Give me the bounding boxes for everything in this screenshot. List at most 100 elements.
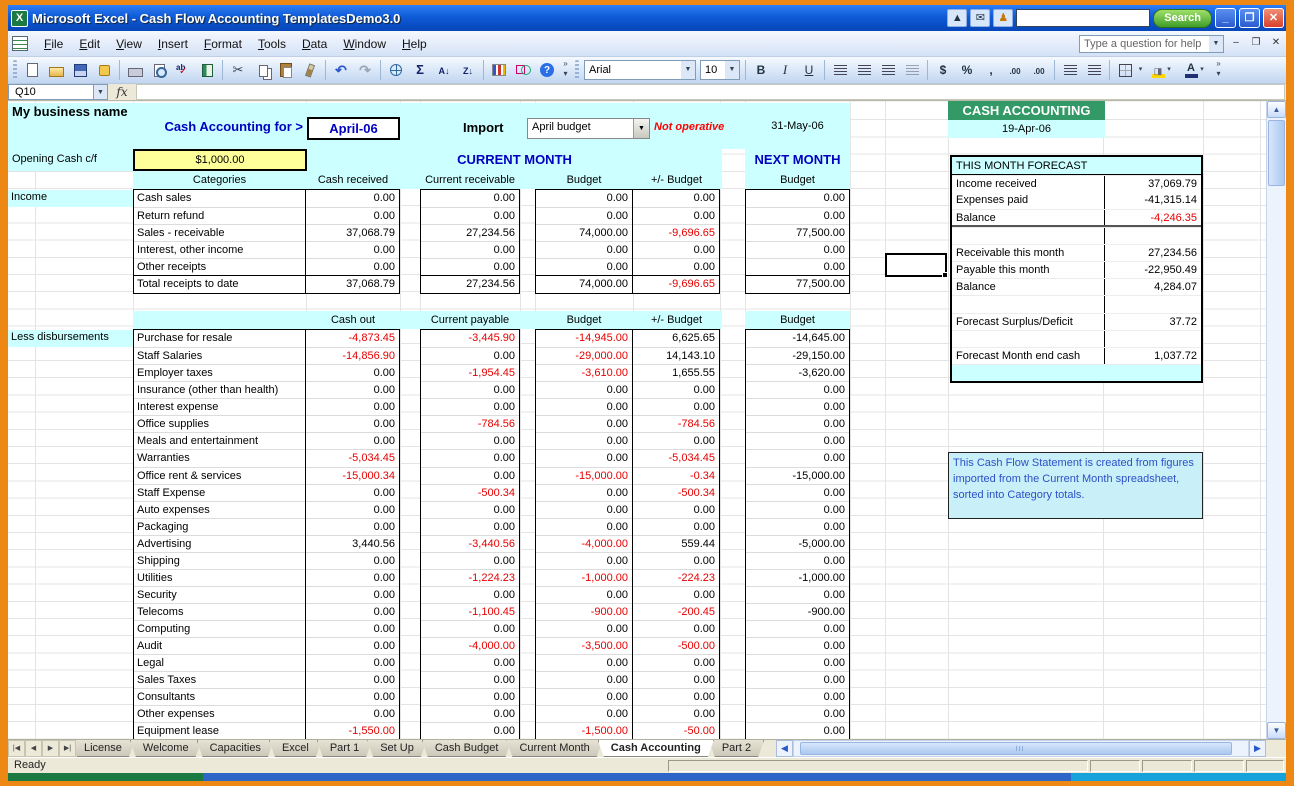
month-cell[interactable]: April-06	[307, 117, 400, 140]
payable-cell[interactable]: 0.00	[421, 518, 519, 535]
forecast-value[interactable]: 27,234.56	[1105, 245, 1201, 261]
drawing-icon[interactable]	[512, 59, 534, 81]
cash-cell[interactable]: 0.00	[306, 671, 399, 688]
menu-insert[interactable]: Insert	[150, 34, 196, 54]
next-cell[interactable]: 0.00	[746, 671, 849, 688]
align-right-icon[interactable]	[877, 59, 899, 81]
payable-cell[interactable]: 0.00	[421, 467, 519, 484]
next-cell[interactable]: -1,000.00	[746, 569, 849, 586]
borders-icon[interactable]: ▾	[1114, 59, 1145, 81]
scroll-down-icon[interactable]: ▼	[1267, 722, 1286, 739]
cash-cell[interactable]: 37,068.79	[306, 275, 399, 292]
cash-cell[interactable]: 0.00	[306, 190, 399, 207]
cash-cell[interactable]: 0.00	[306, 586, 399, 603]
cash-cell[interactable]: 0.00	[306, 518, 399, 535]
budget-cell[interactable]: -4,000.00	[536, 535, 632, 552]
payable-cell[interactable]: -1,954.45	[421, 364, 519, 381]
next-cell[interactable]: 0.00	[746, 190, 849, 207]
menu-help[interactable]: Help	[394, 34, 435, 54]
sheet-tab-capacities[interactable]: Capacities	[197, 740, 274, 757]
chevron-down-icon[interactable]: ▾	[1136, 59, 1145, 81]
budget-cell[interactable]: -3,610.00	[536, 364, 632, 381]
chevron-down-icon[interactable]: ▾	[1165, 59, 1174, 81]
payable-cell[interactable]: 0.00	[421, 654, 519, 671]
search-button[interactable]: Search	[1153, 9, 1212, 28]
category-cell[interactable]: Advertising	[134, 535, 305, 552]
category-cell[interactable]: Telecoms	[134, 603, 305, 620]
insert-function-icon[interactable]: fx	[108, 84, 136, 100]
payable-cell[interactable]: 0.00	[421, 620, 519, 637]
print-icon[interactable]	[124, 59, 146, 81]
payable-cell[interactable]: 0.00	[421, 398, 519, 415]
spelling-icon[interactable]	[172, 59, 194, 81]
cash-cell[interactable]: 0.00	[306, 415, 399, 432]
receivable-cell[interactable]: 0.00	[421, 258, 519, 275]
toolbar-logo-icon[interactable]: ▲	[947, 9, 967, 27]
budget-cell[interactable]: 0.00	[536, 190, 632, 207]
payable-cell[interactable]: 0.00	[421, 501, 519, 518]
vs-cell[interactable]: -500.34	[633, 484, 719, 501]
workbook-close-button[interactable]: ✕	[1268, 36, 1284, 51]
budget-cell[interactable]: -3,500.00	[536, 637, 632, 654]
budget-cell[interactable]: 0.00	[536, 705, 632, 722]
cash-cell[interactable]: 0.00	[306, 688, 399, 705]
sheet-tab-part-1[interactable]: Part 1	[317, 740, 372, 757]
vertical-scroll-thumb[interactable]	[1268, 120, 1285, 186]
next-cell[interactable]: 0.00	[746, 484, 849, 501]
vs-cell[interactable]: 559.44	[633, 535, 719, 552]
minimize-button[interactable]: _	[1215, 8, 1236, 28]
vs-cell[interactable]: 6,625.65	[633, 330, 719, 347]
category-cell[interactable]: Computing	[134, 620, 305, 637]
close-button[interactable]: ✕	[1263, 8, 1284, 28]
cash-cell[interactable]: 0.00	[306, 484, 399, 501]
sort-za-icon[interactable]	[457, 59, 479, 81]
next-cell[interactable]: 0.00	[746, 381, 849, 398]
budget-cell[interactable]: 0.00	[536, 398, 632, 415]
currency-icon[interactable]: $	[932, 59, 954, 81]
receivable-cell[interactable]: 0.00	[421, 241, 519, 258]
cash-accounting-for-label[interactable]: Cash Accounting for >	[138, 119, 303, 134]
cash-cell[interactable]: 0.00	[306, 432, 399, 449]
cash-cell[interactable]: 0.00	[306, 603, 399, 620]
hscroll-right-icon[interactable]: ▶	[1249, 740, 1266, 757]
vs-cell[interactable]: -0.34	[633, 467, 719, 484]
cash-cell[interactable]: 0.00	[306, 258, 399, 275]
cash-cell[interactable]: -5,034.45	[306, 449, 399, 466]
align-center-icon[interactable]	[853, 59, 875, 81]
vs-cell[interactable]: -9,696.65	[633, 224, 719, 241]
cash-cell[interactable]: 0.00	[306, 620, 399, 637]
cash-cell[interactable]: -4,873.45	[306, 330, 399, 347]
vs-cell[interactable]: -200.45	[633, 603, 719, 620]
font-color-icon[interactable]: A▾	[1180, 59, 1211, 81]
vs-cell[interactable]: -500.00	[633, 637, 719, 654]
paste-icon[interactable]	[275, 59, 297, 81]
payable-cell[interactable]: 0.00	[421, 552, 519, 569]
category-cell[interactable]: Other expenses	[134, 705, 305, 722]
vs-cell[interactable]: 0.00	[633, 258, 719, 275]
new-icon[interactable]	[21, 59, 43, 81]
category-cell[interactable]: Sales - receivable	[134, 224, 305, 241]
next-cell[interactable]: -3,620.00	[746, 364, 849, 381]
forecast-value[interactable]	[1105, 228, 1201, 244]
decrease-decimal-icon[interactable]	[1028, 59, 1050, 81]
payable-cell[interactable]: -1,224.23	[421, 569, 519, 586]
receivable-cell[interactable]: 0.00	[421, 207, 519, 224]
tab-next-button[interactable]: ▶	[42, 740, 59, 757]
payable-cell[interactable]: 0.00	[421, 671, 519, 688]
category-cell[interactable]: Meals and entertainment	[134, 432, 305, 449]
sheet-tab-cash-accounting[interactable]: Cash Accounting	[598, 740, 714, 757]
budget-cell[interactable]: -1,500.00	[536, 722, 632, 739]
menu-view[interactable]: View	[108, 34, 150, 54]
cash-cell[interactable]: 0.00	[306, 381, 399, 398]
sheet-tab-excel[interactable]: Excel	[269, 740, 322, 757]
forecast-value[interactable]	[1105, 331, 1201, 347]
budget-cell[interactable]: -1,000.00	[536, 569, 632, 586]
category-cell[interactable]: Return refund	[134, 207, 305, 224]
category-cell[interactable]: Legal	[134, 654, 305, 671]
category-cell[interactable]: Interest, other income	[134, 241, 305, 258]
sheet-tab-set-up[interactable]: Set Up	[367, 740, 427, 757]
category-cell[interactable]: Utilities	[134, 569, 305, 586]
opening-cash-value-cell[interactable]: $1,000.00	[133, 149, 307, 171]
next-cell[interactable]: 0.00	[746, 722, 849, 739]
save-icon[interactable]	[69, 59, 91, 81]
